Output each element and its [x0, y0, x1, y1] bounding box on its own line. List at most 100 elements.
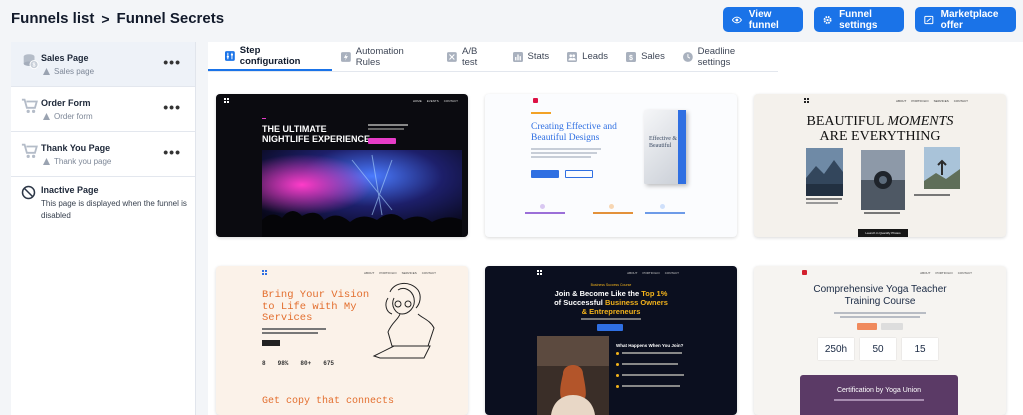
book-title: Effective &	[649, 136, 678, 142]
section-heading: What Happens When You Join?	[616, 343, 684, 348]
template-headline: Join & Become Like the Top 1% of Success…	[485, 289, 737, 316]
stat-value: 8	[262, 360, 266, 367]
tag-icon	[924, 15, 934, 24]
text-placeholder	[531, 148, 601, 150]
tab-stats[interactable]: Stats	[504, 42, 559, 71]
gallery-photo	[806, 148, 843, 196]
more-options-icon[interactable]: •••	[163, 144, 181, 160]
eye-icon	[732, 16, 742, 23]
sidebar-step-order-form[interactable]: Order Form Order form •••	[11, 87, 195, 132]
step-subtitle: Sales page	[43, 67, 94, 76]
headline-highlight: Top 1%	[641, 289, 668, 298]
template-logo	[537, 270, 542, 275]
template-nav-link: CONTACT	[664, 271, 679, 275]
page-title: Funnel Secrets	[116, 10, 225, 27]
feature-icon	[609, 204, 614, 209]
more-options-icon[interactable]: •••	[163, 54, 181, 70]
tab-label: Automation Rules	[355, 45, 404, 68]
feature-title	[645, 212, 685, 214]
template-nav-link: ABOUT	[363, 271, 375, 275]
more-options-icon[interactable]: •••	[163, 99, 181, 115]
stat-value: 98%	[277, 360, 289, 367]
list-text	[622, 374, 684, 376]
headline-line: THE ULTIMATE	[262, 124, 327, 134]
text-placeholder	[262, 332, 318, 334]
book-spine	[678, 110, 686, 184]
template-nav-link: HOME	[412, 99, 422, 103]
tab-label: Step configuration	[239, 44, 301, 67]
template-icon	[43, 158, 50, 165]
template-card-business-course[interactable]: ABOUT PORTFOLIO CONTACT Business Success…	[485, 266, 737, 415]
template-card-design-book[interactable]: Creating Effective and Beautiful Designs…	[485, 94, 737, 237]
text-placeholder	[834, 312, 926, 314]
headline-line: Bring Your Vision	[262, 289, 370, 301]
stats-row: 250h 50 15	[818, 338, 938, 360]
cta-button: Launch in Quantify Photos	[858, 229, 908, 237]
template-nav: ABOUT PORTFOLIO CONTACT	[920, 271, 972, 275]
template-nav: HOME EVENTS CONTACT	[413, 99, 458, 103]
template-card-yoga[interactable]: ABOUT PORTFOLIO CONTACT Comprehensive Yo…	[754, 266, 1006, 415]
template-logo	[804, 98, 809, 103]
step-subtitle: Order form	[43, 112, 93, 121]
template-logo	[262, 270, 267, 275]
cart-icon	[21, 98, 38, 114]
template-nav: ABOUT PORTFOLIO SERVICES CONTACT	[896, 99, 968, 103]
template-card-copywriter[interactable]: ABOUT PORTFOLIO SERVICES CONTACT Bring Y…	[216, 266, 468, 415]
step-title: Inactive Page	[41, 185, 99, 195]
marketplace-offer-button[interactable]: Marketplace offer	[915, 7, 1016, 32]
tab-step-configuration[interactable]: Step configuration	[208, 42, 332, 71]
template-nav-link: SERVICES	[401, 271, 417, 275]
funnel-settings-button[interactable]: Funnel settings	[814, 7, 904, 32]
sidebar-step-inactive-page[interactable]: Inactive Page This page is displayed whe…	[11, 177, 195, 222]
headline-line: Services	[262, 312, 313, 324]
bar-chart-icon	[512, 51, 523, 62]
caption-placeholder	[864, 212, 900, 214]
header: Funnels list > Funnel Secrets View funne…	[0, 0, 1023, 40]
tab-label: Deadline settings	[697, 45, 736, 68]
text-placeholder	[368, 124, 408, 126]
feature-icon	[660, 204, 665, 209]
tab-deadline-settings[interactable]: Deadline settings	[674, 42, 778, 71]
template-nav-link: PORTFOLIO	[379, 271, 397, 275]
line-art-illustration	[372, 283, 435, 359]
tab-sales[interactable]: $ Sales	[617, 42, 674, 71]
headline-line: ARE EVERYTHING	[819, 129, 941, 144]
split-icon	[447, 51, 457, 62]
course-photo	[537, 336, 609, 415]
template-nav-link: PORTFOLIO	[642, 271, 660, 275]
tab-leads[interactable]: Leads	[558, 42, 617, 71]
coins-icon: $	[23, 54, 39, 70]
headline-line: Training Course	[844, 296, 916, 307]
gallery-photo	[861, 150, 905, 210]
check-icon	[616, 374, 619, 377]
book-title: Beautiful	[649, 143, 672, 149]
breadcrumb-parent-link[interactable]: Funnels list	[11, 10, 94, 27]
view-funnel-button[interactable]: View funnel	[723, 7, 803, 32]
gallery-photo	[924, 147, 960, 189]
concert-photo	[262, 150, 462, 237]
template-logo	[533, 98, 538, 103]
feature-icon	[540, 204, 545, 209]
sidebar-step-sales-page[interactable]: $ Sales Page Sales page •••	[11, 42, 195, 87]
headline-emphasis: MOMENTS	[887, 114, 954, 129]
tab-ab-test[interactable]: A/B test	[438, 42, 503, 71]
template-card-nightlife[interactable]: HOME EVENTS CONTACT THE ULTIMATE NIGHTLI…	[216, 94, 468, 237]
step-type-label: Order form	[54, 112, 93, 121]
sidebar-step-thank-you-page[interactable]: Thank You Page Thank you page •••	[11, 132, 195, 177]
template-headline: BEAUTIFUL MOMENTS ARE EVERYTHING	[754, 114, 1006, 144]
list-text	[622, 352, 682, 354]
text-placeholder	[531, 152, 597, 154]
view-funnel-label: View funnel	[748, 8, 779, 31]
template-card-photography[interactable]: ABOUT PORTFOLIO SERVICES CONTACT BEAUTIF…	[754, 94, 1006, 237]
stat-box: 50	[860, 338, 896, 360]
list-text	[622, 363, 678, 365]
caption-placeholder	[914, 194, 950, 196]
clock-icon	[682, 51, 693, 62]
text-placeholder	[581, 318, 641, 320]
tab-label: Leads	[582, 51, 609, 62]
cta-button	[597, 324, 623, 331]
step-title: Thank You Page	[41, 143, 111, 153]
disabled-icon	[21, 185, 36, 200]
book-cover: Effective & Beautiful	[644, 110, 686, 184]
tab-automation-rules[interactable]: Automation Rules	[332, 42, 438, 71]
